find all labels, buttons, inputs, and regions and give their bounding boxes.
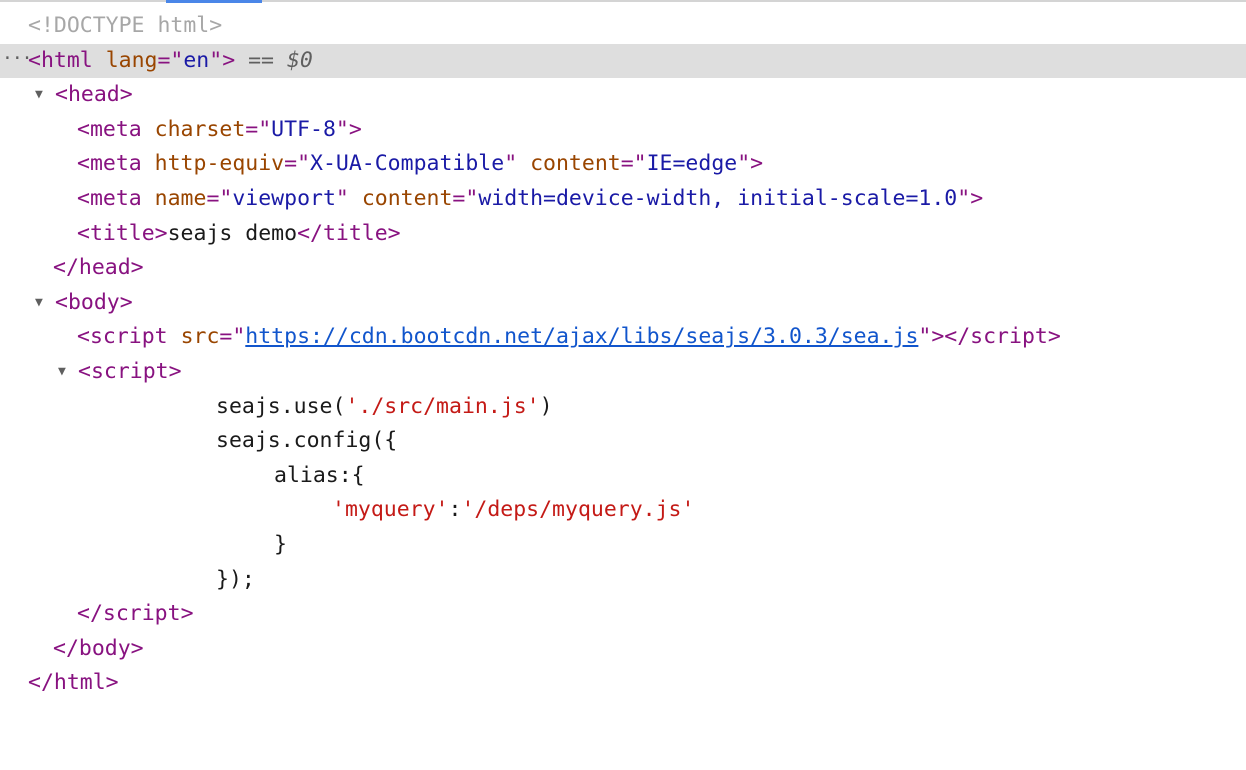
doctype-node[interactable]: <!DOCTYPE html>: [0, 9, 1246, 44]
doctype-text: <!DOCTYPE html>: [28, 13, 223, 38]
meta-name-attr-value: viewport: [232, 185, 336, 211]
code-text: :: [448, 497, 462, 523]
meta-viewport-content-attr-name: content: [361, 185, 453, 211]
code-line[interactable]: seajs.use('./src/main.js'): [0, 390, 1246, 425]
elements-dom-tree: <!DOCTYPE html> ··· <html lang="en"> == …: [0, 9, 1246, 701]
code-string: './src/main.js': [345, 393, 540, 419]
html-tag-name: html: [40, 47, 93, 73]
code-string: 'myquery': [332, 497, 449, 523]
code-text: });: [216, 566, 255, 592]
script-src-node[interactable]: <script src="https://cdn.bootcdn.net/aja…: [0, 320, 1246, 355]
meta-content-attr-name: content: [530, 151, 621, 177]
code-text: seajs.config({: [216, 428, 398, 454]
triangle-down-icon[interactable]: ▼: [35, 78, 43, 113]
console-ref: $0: [286, 47, 313, 73]
title-node[interactable]: <title>seajs demo</title>: [0, 217, 1246, 252]
html-node[interactable]: ··· <html lang="en"> == $0: [0, 43, 1246, 79]
script-close-tag-name: script: [102, 601, 181, 627]
head-node[interactable]: ▼ <head>: [0, 78, 1246, 113]
html-attr-name: lang: [105, 47, 158, 73]
code-line[interactable]: seajs.config({: [0, 424, 1246, 459]
eq-marker: ==: [248, 47, 274, 73]
meta-http-equiv-node[interactable]: <meta http-equiv="X-UA-Compatible" conte…: [0, 147, 1246, 182]
title-text: seajs demo: [167, 220, 298, 246]
script-inline-node[interactable]: ▼ <script>: [0, 355, 1246, 390]
code-line[interactable]: }: [0, 528, 1246, 563]
body-close-tag-name: body: [78, 635, 131, 661]
code-line[interactable]: 'myquery':'/deps/myquery.js': [0, 493, 1246, 528]
script-src-attr-name: src: [180, 324, 220, 350]
html-open-bracket: <: [28, 47, 41, 73]
meta-viewport-content-attr-value: width=device-width, initial-scale=1.0: [478, 185, 958, 211]
body-tag-name: body: [67, 289, 120, 315]
meta-http-equiv-attr-value: X-UA-Compatible: [310, 151, 505, 177]
meta-http-equiv-attr-name: http-equiv: [154, 151, 285, 177]
active-tab-indicator: [166, 0, 262, 3]
code-text: alias:{: [274, 462, 365, 488]
triangle-down-icon[interactable]: ▼: [35, 286, 43, 321]
code-line[interactable]: alias:{: [0, 459, 1246, 494]
html-close-node[interactable]: </html>: [0, 666, 1246, 701]
body-node[interactable]: ▼ <body>: [0, 286, 1246, 321]
code-text: seajs.use(: [216, 393, 346, 419]
meta-content-attr-value: IE=edge: [646, 151, 738, 177]
head-close-tag-name: head: [78, 255, 131, 281]
script-src-link[interactable]: https://cdn.bootcdn.net/ajax/libs/seajs/…: [245, 324, 918, 349]
meta-charset-node[interactable]: <meta charset="UTF-8">: [0, 113, 1246, 148]
html-close-tag-name: html: [53, 670, 106, 696]
code-string: '/deps/myquery.js': [461, 497, 695, 523]
code-text: }: [274, 531, 287, 557]
meta-charset-attr-name: charset: [154, 116, 246, 142]
script-close-node[interactable]: </script>: [0, 597, 1246, 632]
body-close-node[interactable]: </body>: [0, 632, 1246, 667]
triangle-down-icon[interactable]: ▼: [58, 355, 66, 390]
script-tag-name: script: [90, 358, 169, 384]
meta-name-attr-name: name: [154, 185, 207, 211]
head-tag-name: head: [67, 82, 120, 108]
meta-viewport-node[interactable]: <meta name="viewport" content="width=dev…: [0, 182, 1246, 217]
code-text: ): [539, 393, 553, 419]
html-attr-value: en: [183, 47, 210, 73]
code-line[interactable]: });: [0, 563, 1246, 598]
meta-charset-attr-value: UTF-8: [271, 116, 336, 142]
head-close-node[interactable]: </head>: [0, 251, 1246, 286]
